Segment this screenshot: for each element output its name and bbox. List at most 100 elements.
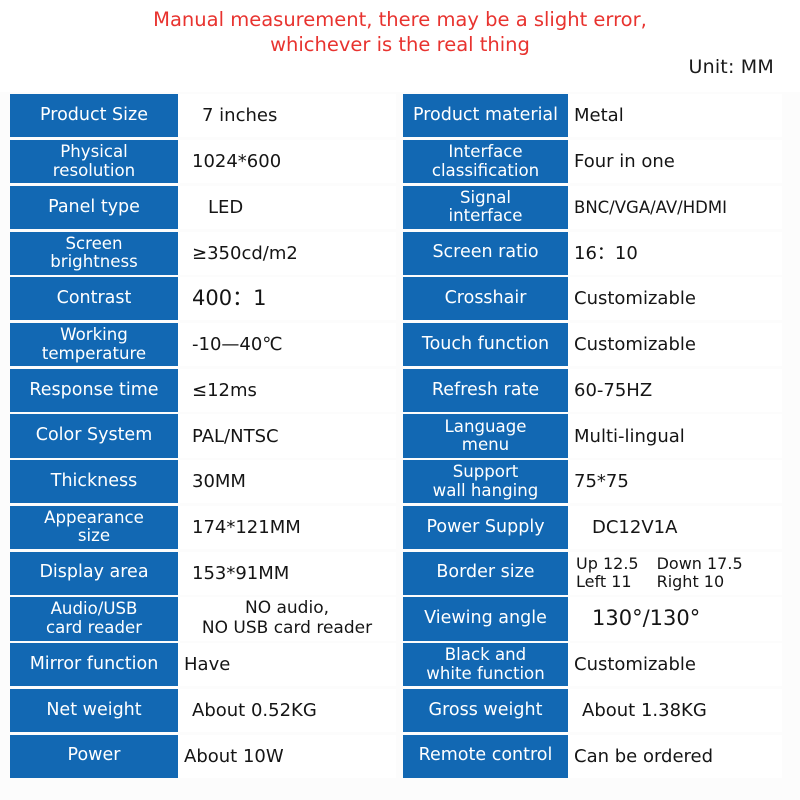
spec-label-line-1: Black and [444,645,527,665]
spec-value-language-menu: Multi-lingual [568,414,782,458]
spec-value-display-area: 153*91MM [178,551,396,595]
spec-value-interface-classification: Four in one [568,140,782,184]
spec-value-signal-interface: BNC/VGA/AV/HDMI [568,185,782,229]
border-size-left: Left 11 [576,572,632,592]
spec-value-screen-brightness: ≥350cd/m2 [178,231,396,275]
table-row: Working temperature -10—40℃ Touch functio… [0,322,800,368]
spec-value-line-1: NO audio, [244,598,329,619]
spec-sheet-page: Manual measurement, there may be a sligh… [0,0,800,800]
spec-label-screen-brightness: Screen brightness [10,231,178,275]
spec-label-display-area: Display area [10,551,178,595]
spec-label-product-size: Product Size [10,94,178,138]
spec-pair-viewing-angle: Viewing angle 130°/130° [400,596,800,642]
spec-pair-power: Power About 10W [0,733,400,779]
spec-value-panel-type: LED [178,185,396,229]
table-row: Product Size 7 inches Product material M… [0,93,800,139]
spec-label-line-1: Appearance [44,507,144,527]
spec-pair-net-weight: Net weight About 0.52KG [0,688,400,734]
spec-pair-black-and-white-function: Black and white function Customizable [400,642,800,688]
spec-pair-physical-resolution: Physical resolution 1024*600 [0,139,400,185]
spec-label-mirror-function: Mirror function [10,643,178,687]
spec-label-viewing-angle: Viewing angle [403,597,568,641]
border-size-up: Up 12.5 [576,553,639,573]
spec-label-refresh-rate: Refresh rate [403,368,568,412]
spec-pair-panel-type: Panel type LED [0,184,400,230]
measurement-notice-line-2: whichever is the real thing [270,33,530,56]
spec-value-mirror-function: Have [178,643,396,687]
spec-value-remote-control: Can be ordered [568,734,782,778]
spec-label-line-2: resolution [52,160,136,180]
spec-label-line-2: wall hanging [432,480,539,500]
spec-label-panel-type: Panel type [10,185,178,229]
spec-label-line-1: Physical [60,142,128,162]
spec-label-line-1: Audio/USB [50,599,138,619]
spec-label-power-supply: Power Supply [403,505,568,550]
spec-label-audio-usb-card-reader: Audio/USB card reader [10,597,178,641]
spec-pair-display-area: Display area 153*91MM [0,550,400,596]
spec-pair-gross-weight: Gross weight About 1.38KG [400,688,800,734]
spec-pair-appearance-size: Appearance size 174*121MM [0,505,400,551]
spec-label-physical-resolution: Physical resolution [10,140,178,184]
spec-pair-audio-usb-card-reader: Audio/USB card reader NO audio, NO USB ca… [0,596,400,642]
spec-pair-touch-function: Touch function Customizable [400,322,800,368]
spec-label-crosshair: Crosshair [403,277,568,321]
table-row: Screen brightness ≥350cd/m2 Screen ratio … [0,230,800,276]
spec-label-touch-function: Touch function [403,322,568,367]
table-row: Appearance size 174*121MM Power Supply DC… [0,505,800,551]
spec-label-line-1: Signal [460,187,511,207]
table-row: Color System PAL/NTSC Language menu Multi… [0,413,800,459]
spec-value-color-system: PAL/NTSC [178,414,396,458]
spec-label-line-2: card reader [45,617,143,637]
spec-pair-product-material: Product material Metal [400,93,800,139]
spec-value-screen-ratio: 16：10 [568,231,782,275]
spec-value-power: About 10W [178,734,396,778]
spec-pair-contrast: Contrast 400：1 [0,276,400,322]
spec-label-appearance-size: Appearance size [10,505,178,550]
table-row: Net weight About 0.52KG Gross weight Abo… [0,688,800,734]
spec-pair-border-size: Border size Up 12.5 Down 17.5 Left 11 Ri… [400,550,800,596]
spec-label-line-1: Interface [448,142,523,162]
spec-value-physical-resolution: 1024*600 [178,140,396,184]
spec-value-gross-weight: About 1.38KG [568,688,782,732]
spec-pair-color-system: Color System PAL/NTSC [0,413,400,459]
spec-pair-response-time: Response time ≤12ms [0,367,400,413]
spec-value-working-temperature: -10—40℃ [178,322,396,367]
spec-label-line-2: interface [448,206,523,226]
spec-value-support-wall-hanging: 75*75 [568,460,782,504]
spec-value-product-material: Metal [568,94,782,138]
spec-value-border-size: Up 12.5 Down 17.5 Left 11 Right 10 [568,551,782,595]
spec-pair-screen-brightness: Screen brightness ≥350cd/m2 [0,230,400,276]
spec-value-response-time: ≤12ms [178,368,396,412]
table-row: Physical resolution 1024*600 Interface cla… [0,139,800,185]
spec-value-touch-function: Customizable [568,322,782,367]
spec-label-response-time: Response time [10,368,178,412]
spec-pair-working-temperature: Working temperature -10—40℃ [0,322,400,368]
table-row: Power About 10W Remote control Can be or… [0,733,800,779]
spec-pair-remote-control: Remote control Can be ordered [400,733,800,779]
spec-label-gross-weight: Gross weight [403,688,568,732]
table-row: Panel type LED Signal interface BNC/VGA/A… [0,184,800,230]
spec-value-audio-usb-card-reader: NO audio, NO USB card reader [178,597,396,641]
border-size-down: Down 17.5 [656,553,743,573]
spec-pair-crosshair: Crosshair Customizable [400,276,800,322]
spec-label-black-and-white-function: Black and white function [403,643,568,687]
spec-label-line-1: Support [452,462,519,482]
spec-label-thickness: Thickness [10,460,178,504]
spec-label-line-2: menu [461,435,510,454]
spec-label-net-weight: Net weight [10,688,178,732]
spec-pair-screen-ratio: Screen ratio 16：10 [400,230,800,276]
spec-value-contrast: 400：1 [178,277,396,321]
spec-label-line-2: brightness [50,252,138,272]
spec-pair-mirror-function: Mirror function Have [0,642,400,688]
spec-value-crosshair: Customizable [568,277,782,321]
table-row: Response time ≤12ms Refresh rate 60-75HZ [0,367,800,413]
spec-label-line-1: Language [444,416,527,436]
spec-label-contrast: Contrast [10,277,178,321]
spec-label-product-material: Product material [403,94,568,138]
spec-label-line-1: Working [60,325,128,345]
spec-label-line-2: classification [431,160,540,180]
spec-label-screen-ratio: Screen ratio [403,231,568,275]
unit-label: Unit: MM [688,56,774,78]
spec-value-line-2: NO USB card reader [201,617,373,638]
spec-pair-signal-interface: Signal interface BNC/VGA/AV/HDMI [400,184,800,230]
